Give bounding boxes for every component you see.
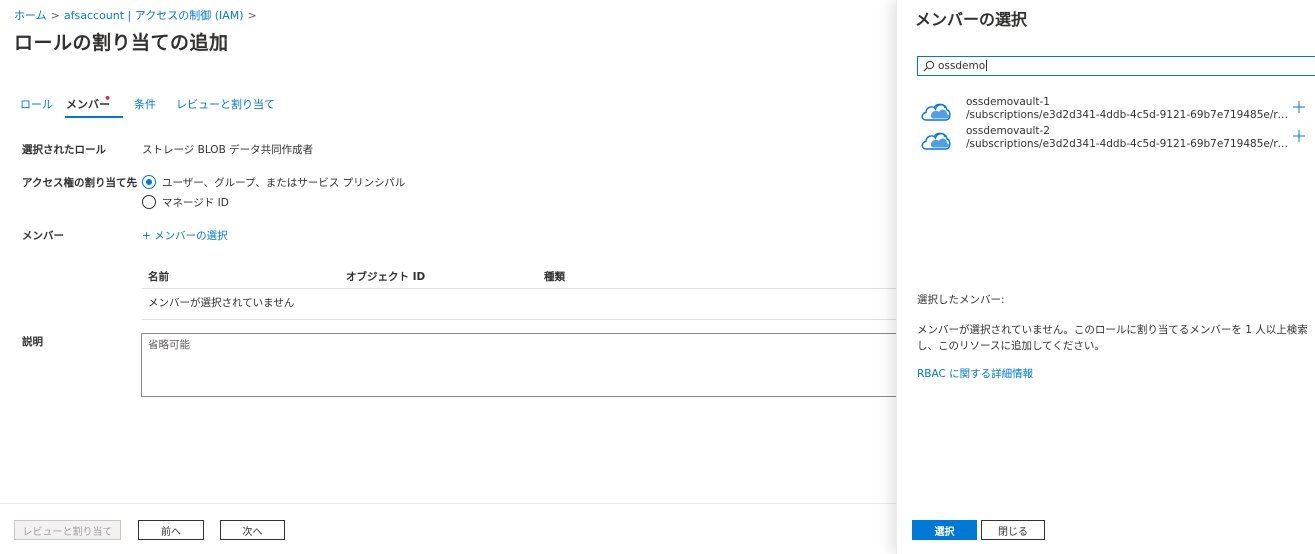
previous-button[interactable]: 前へ (138, 520, 204, 540)
breadcrumb-account-link[interactable]: afsaccount | アクセスの制御 (IAM) (64, 9, 244, 22)
column-header-object-id: オブジェクト ID (346, 271, 426, 283)
result-name: ossdemovault-2 (966, 125, 1050, 137)
search-result-item[interactable]: ossdemovault-2 /subscriptions/e3d2d341-4… (917, 125, 1315, 155)
no-members-message: メンバーが選択されていません。このロールに割り当てるメンバーを 1 人以上検索し… (917, 324, 1308, 352)
result-path: /subscriptions/e3d2d341-4ddb-4c5d-9121-6… (966, 138, 1288, 150)
table-divider (142, 288, 896, 289)
column-header-name: 名前 (148, 271, 169, 283)
select-button[interactable]: 選択 (912, 520, 977, 540)
search-text: ossdemo (938, 60, 988, 72)
column-header-type: 種類 (544, 271, 565, 283)
add-member-plus-icon[interactable] (1292, 129, 1306, 143)
assign-access-label: アクセス権の割り当て先 (22, 177, 137, 189)
result-name: ossdemovault-1 (966, 96, 1050, 108)
tab-conditions[interactable]: 条件 (134, 96, 156, 112)
radio-managed-identity-label[interactable]: マネージド ID (162, 195, 229, 210)
more-options-button[interactable]: ··· (214, 33, 228, 47)
description-label: 説明 (22, 336, 43, 348)
breadcrumb: ホーム > afsaccount | アクセスの制御 (IAM) > (14, 7, 261, 23)
description-textarea[interactable]: 省略可能 (141, 333, 901, 397)
page-title: ロールの割り当ての追加 (14, 32, 229, 54)
selected-role-value: ストレージ BLOB データ共同作成者 (142, 144, 314, 156)
member-search-input[interactable]: ossdemo (917, 56, 1315, 76)
footer-divider (0, 503, 896, 504)
search-result-item[interactable]: ossdemovault-1 /subscriptions/e3d2d341-4… (917, 96, 1315, 126)
rbac-learn-more-link[interactable]: RBAC に関する詳細情報 (917, 366, 1033, 381)
tab-review-assign[interactable]: レビューと割り当て (176, 96, 275, 112)
selected-members-label: 選択したメンバー: (917, 294, 1005, 306)
next-button[interactable]: 次へ (220, 520, 285, 540)
review-assign-button[interactable]: レビューと割り当て (14, 520, 121, 540)
close-button[interactable]: 閉じる (981, 520, 1045, 540)
radio-managed-identity[interactable] (142, 195, 156, 209)
text-cursor (986, 60, 988, 71)
table-empty-message: メンバーが選択されていません (148, 297, 295, 309)
select-members-panel: メンバーの選択 ossdemo ossdemovault-1 /subscrip… (896, 0, 1315, 554)
required-indicator: • (104, 92, 112, 105)
description-placeholder: 省略可能 (148, 339, 190, 351)
search-icon (923, 60, 935, 72)
result-path: /subscriptions/e3d2d341-4ddb-4c5d-9121-6… (966, 109, 1288, 121)
table-divider (142, 319, 896, 320)
main-content: ホーム > afsaccount | アクセスの制御 (IAM) > ロールの割り当て… (0, 0, 901, 554)
tab-role[interactable]: ロール (20, 96, 53, 112)
breadcrumb-separator: > (247, 9, 257, 22)
radio-user-group-sp[interactable] (142, 175, 156, 189)
breadcrumb-separator: > (50, 9, 60, 22)
breadcrumb-home-link[interactable]: ホーム (14, 9, 47, 22)
members-label: メンバー (22, 230, 64, 242)
selected-role-label: 選択されたロール (22, 144, 106, 156)
recovery-vault-cloud-icon (921, 103, 951, 121)
add-member-plus-icon[interactable] (1292, 100, 1306, 114)
active-tab-underline (65, 116, 123, 118)
radio-user-group-sp-label[interactable]: ユーザー、グループ、またはサービス プリンシパル (162, 175, 405, 190)
select-members-link[interactable]: + メンバーの選択 (142, 228, 228, 243)
panel-title: メンバーの選択 (915, 10, 1028, 29)
recovery-vault-cloud-icon (921, 132, 951, 150)
